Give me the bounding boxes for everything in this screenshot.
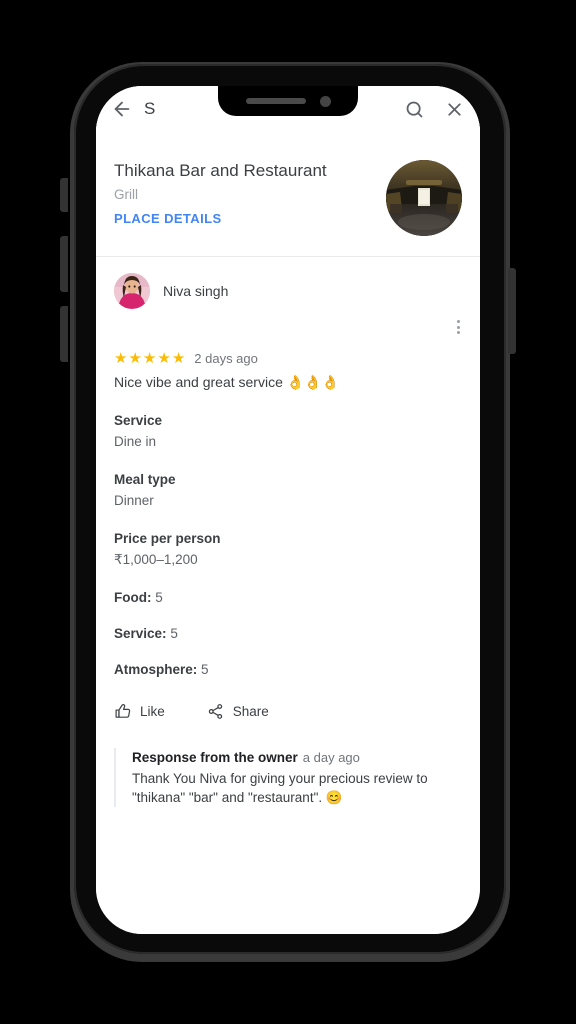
score-label: Service:	[114, 626, 167, 641]
attribute-label: Price per person	[114, 531, 221, 546]
star-3: ★	[142, 350, 157, 367]
review-date: 2 days ago	[194, 351, 258, 366]
review-actions: Like Share	[96, 703, 480, 720]
place-thumbnail-image	[386, 160, 462, 236]
power-button[interactable]	[508, 268, 516, 354]
review-attribute: Service Dine in	[114, 411, 462, 451]
front-camera-icon	[319, 95, 331, 107]
reviewer-name: Niva singh	[163, 283, 229, 299]
top-bar-right-group	[402, 86, 466, 132]
close-icon[interactable]	[442, 97, 466, 121]
owner-response-date: a day ago	[302, 750, 360, 765]
speaker-grille-icon	[245, 98, 306, 104]
review-text: Nice vibe and great service 👌👌👌	[114, 374, 340, 390]
place-text-block: Thikana Bar and Restaurant Grill PLACE D…	[114, 158, 376, 226]
share-button[interactable]: Share	[207, 703, 269, 720]
attribute-value: Dine in	[114, 434, 157, 449]
star-5: ★	[171, 350, 186, 367]
owner-response-heading: Response from the owner	[132, 750, 298, 765]
star-2: ★	[128, 350, 142, 367]
reviewer-row: Niva singh	[114, 273, 462, 309]
score-value: 5	[170, 626, 178, 641]
owner-response-heading-row: Response from the owner a day ago	[132, 748, 480, 767]
share-icon	[207, 703, 224, 720]
top-bar-left-group: S	[110, 97, 155, 121]
score-label: Atmosphere:	[114, 662, 198, 677]
place-header: Thikana Bar and Restaurant Grill PLACE D…	[96, 132, 480, 256]
star-1: ★	[114, 350, 128, 367]
attribute-label: Service	[114, 413, 163, 428]
screenshot-root: S Thikana Bar and Restaurant Grill PLACE…	[0, 0, 576, 1024]
volume-up-button[interactable]	[60, 236, 68, 292]
back-arrow-icon[interactable]	[110, 97, 134, 121]
place-title: Thikana Bar and Restaurant	[114, 161, 327, 180]
score-value: 5	[201, 662, 209, 677]
share-label: Share	[232, 704, 269, 719]
phone-notch	[218, 86, 358, 116]
star-rating: ★ ★ ★ ★ ★	[114, 351, 185, 366]
attribute-value: ₹1,000–1,200	[114, 552, 198, 567]
thumbs-up-icon	[114, 703, 131, 720]
place-category: Grill	[114, 187, 138, 202]
volume-down-button[interactable]	[60, 306, 68, 362]
like-label: Like	[140, 704, 165, 719]
top-bar-title: S	[144, 99, 156, 118]
score-row: Food: 5	[114, 590, 462, 605]
score-row: Atmosphere: 5	[114, 662, 462, 677]
star-4: ★	[157, 350, 171, 367]
owner-response-block: Response from the owner a day ago Thank Y…	[114, 748, 480, 807]
avatar-image	[114, 273, 150, 309]
attribute-value: Dinner	[114, 493, 154, 508]
owner-response-body: Thank You Niva for giving your precious …	[132, 771, 428, 805]
silent-switch-button[interactable]	[60, 178, 68, 212]
maps-review-app: S Thikana Bar and Restaurant Grill PLACE…	[96, 86, 480, 934]
more-vertical-icon[interactable]	[444, 313, 472, 341]
score-row: Service: 5	[114, 626, 462, 641]
avatar[interactable]	[114, 273, 150, 309]
review-attribute: Meal type Dinner	[114, 470, 462, 510]
place-thumbnail[interactable]	[386, 160, 462, 236]
place-details-link[interactable]: PLACE DETAILS	[114, 211, 376, 226]
phone-screen: S Thikana Bar and Restaurant Grill PLACE…	[96, 86, 480, 934]
search-icon[interactable]	[402, 97, 426, 121]
like-button[interactable]: Like	[114, 703, 165, 720]
score-value: 5	[155, 590, 163, 605]
score-label: Food:	[114, 590, 152, 605]
attribute-label: Meal type	[114, 472, 176, 487]
rating-row: ★ ★ ★ ★ ★ 2 days ago	[114, 351, 462, 366]
review-attribute: Price per person ₹1,000–1,200	[114, 529, 462, 569]
review-block: Niva singh ★ ★ ★ ★ ★ 2 days ago Nice vib…	[96, 257, 480, 677]
